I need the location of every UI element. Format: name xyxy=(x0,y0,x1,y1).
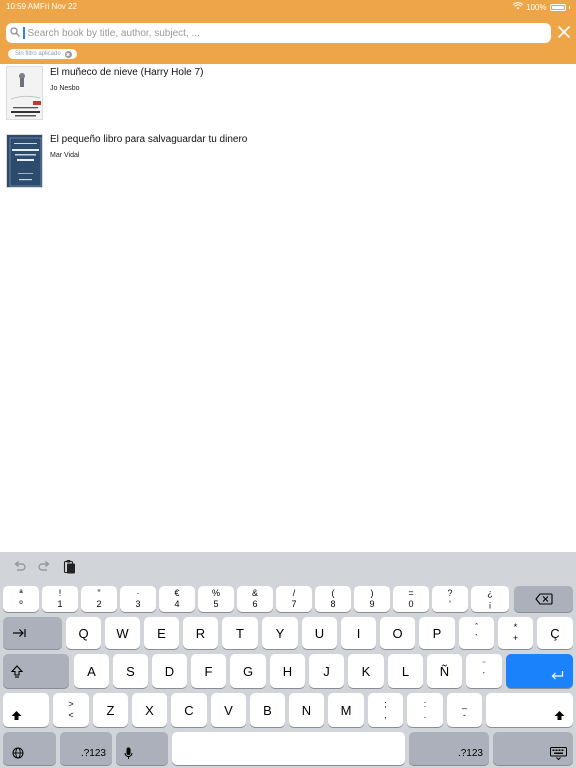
status-time: 10:59 AM xyxy=(6,2,40,11)
backspace-icon xyxy=(534,593,553,605)
delete-button[interactable] xyxy=(514,586,573,612)
undo-icon[interactable] xyxy=(13,560,26,578)
key-ordinal[interactable]: ªº xyxy=(3,586,39,612)
status-right: 100% xyxy=(512,2,570,12)
key-1[interactable]: ! 1 xyxy=(42,586,78,612)
battery-icon xyxy=(549,3,566,11)
caps-lock-icon xyxy=(11,664,23,678)
key-o[interactable]: O xyxy=(380,617,415,649)
key-4[interactable]: €4 xyxy=(159,586,195,612)
search-bar[interactable] xyxy=(6,23,551,43)
shift-left-key[interactable] xyxy=(3,693,49,727)
keyboard-dismiss-icon xyxy=(550,747,567,760)
key-k[interactable]: K xyxy=(348,654,384,688)
shift-icon xyxy=(554,711,565,720)
list-item[interactable]: El pequeño libro para salvaguardar tu di… xyxy=(0,134,576,194)
key-grave[interactable]: ˆ ` xyxy=(459,617,494,649)
key-g[interactable]: G xyxy=(230,654,266,688)
key-t[interactable]: T xyxy=(222,617,258,649)
key-plus[interactable]: * + xyxy=(498,617,533,649)
paste-icon[interactable] xyxy=(63,559,76,579)
shift-right-key[interactable] xyxy=(486,693,573,727)
key-b[interactable]: B xyxy=(250,693,285,727)
key-i[interactable]: I xyxy=(341,617,376,649)
key-0[interactable]: = 0 xyxy=(393,586,429,612)
key-j[interactable]: J xyxy=(309,654,344,688)
key-e[interactable]: E xyxy=(144,617,179,649)
globe-icon xyxy=(12,747,24,759)
hide-keyboard-key[interactable] xyxy=(493,732,573,765)
key-w[interactable]: W xyxy=(105,617,140,649)
close-search-button[interactable] xyxy=(557,25,571,39)
status-date: Fri Nov 22 xyxy=(40,2,77,11)
close-icon xyxy=(558,26,570,38)
key-m[interactable]: M xyxy=(328,693,364,727)
keyboard-toolbar xyxy=(0,552,576,582)
book-author: Mar Vidal xyxy=(50,152,80,159)
key-r[interactable]: R xyxy=(183,617,218,649)
filter-chip-label: Sin filtro aplicado xyxy=(15,51,61,57)
key-f[interactable]: F xyxy=(191,654,226,688)
key-z[interactable]: Z xyxy=(93,693,128,727)
dictation-key[interactable] xyxy=(116,732,168,765)
shift-icon xyxy=(11,711,22,720)
book-author: Jo Nesbo xyxy=(50,85,80,92)
key-9[interactable]: ) 9 xyxy=(354,586,390,612)
key-y[interactable]: Y xyxy=(262,617,298,649)
book-cover xyxy=(6,134,43,188)
key-5[interactable]: % 5 xyxy=(198,586,234,612)
book-title: El muñeco de nieve (Harry Hole 7) xyxy=(50,67,204,78)
microphone-icon xyxy=(124,747,133,759)
book-cover xyxy=(6,66,43,120)
key-v[interactable]: V xyxy=(211,693,246,727)
key-6[interactable]: & 6 xyxy=(237,586,273,612)
return-icon xyxy=(551,671,564,680)
key-apostrophe[interactable]: ? ' xyxy=(432,586,468,612)
search-input[interactable] xyxy=(27,27,528,39)
filter-chip[interactable]: Sin filtro aplicado xyxy=(8,49,77,59)
space-bar[interactable] xyxy=(172,732,405,765)
key-n-tilde[interactable]: Ñ xyxy=(427,654,462,688)
book-title: El pequeño libro para salvaguardar tu di… xyxy=(50,134,248,145)
text-caret xyxy=(23,27,25,39)
return-button[interactable] xyxy=(506,654,573,688)
key-n[interactable]: N xyxy=(289,693,324,727)
tab-key[interactable] xyxy=(3,617,62,649)
battery-percent: 100% xyxy=(526,2,547,12)
key-c-cedilla[interactable]: Ç xyxy=(537,617,573,649)
key-s[interactable]: S xyxy=(113,654,148,688)
search-icon xyxy=(10,24,20,42)
numbers-key-right[interactable]: .?123 xyxy=(409,732,489,765)
globe-key[interactable] xyxy=(3,732,56,765)
key-h[interactable]: H xyxy=(270,654,305,688)
caps-lock-key[interactable] xyxy=(3,654,69,688)
key-comma[interactable]: ;, xyxy=(368,693,403,727)
numbers-key-left[interactable]: .?123 xyxy=(60,732,112,765)
key-8[interactable]: (8 xyxy=(315,586,351,612)
key-a[interactable]: A xyxy=(74,654,109,688)
key-2[interactable]: " 2 xyxy=(81,586,117,612)
battery-tip-icon xyxy=(568,5,570,9)
key-inverted-exclamation[interactable]: ¿ ¡ xyxy=(471,586,509,612)
wifi-icon xyxy=(512,2,524,12)
key-q[interactable]: Q xyxy=(66,617,101,649)
key-p[interactable]: P xyxy=(419,617,455,649)
tab-icon xyxy=(13,629,26,637)
redo-icon[interactable] xyxy=(38,560,51,578)
key-d[interactable]: D xyxy=(152,654,187,688)
key-x[interactable]: X xyxy=(132,693,167,727)
key-period[interactable]: :. xyxy=(407,693,443,727)
key-acute[interactable]: ¨ ´ xyxy=(466,654,502,688)
clear-filter-icon[interactable] xyxy=(64,50,72,58)
key-3[interactable]: · 3 xyxy=(120,586,156,612)
key-less-than[interactable]: > < xyxy=(53,693,89,727)
key-u[interactable]: U xyxy=(302,617,337,649)
key-c[interactable]: C xyxy=(171,693,207,727)
list-item[interactable]: El muñeco de nieve (Harry Hole 7) Jo Nes… xyxy=(0,66,576,126)
key-l[interactable]: L xyxy=(388,654,423,688)
key-7[interactable]: /7 xyxy=(276,586,312,612)
key-hyphen[interactable]: _ - xyxy=(447,693,482,727)
